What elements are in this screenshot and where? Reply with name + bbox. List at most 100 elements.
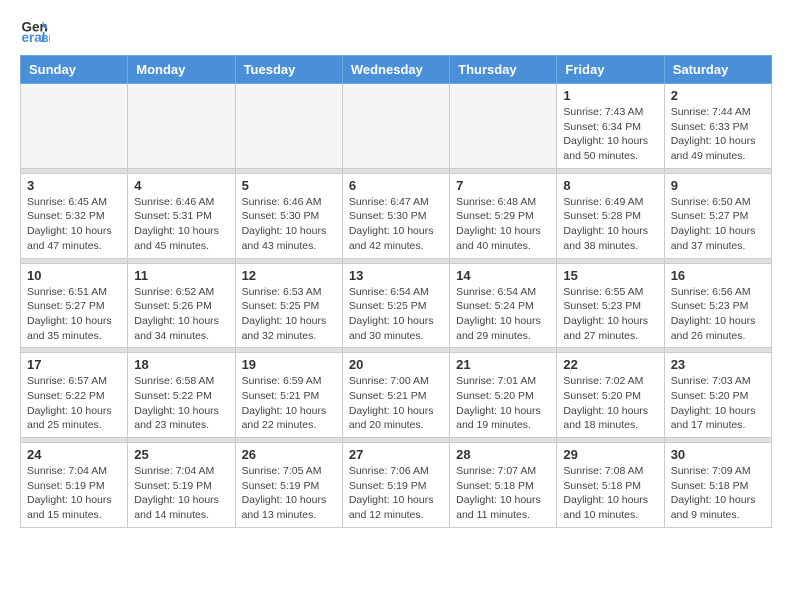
day-number: 20 <box>349 357 443 372</box>
page-container: Gen eral Blue SundayMondayTuesdayWednesd… <box>0 0 792 543</box>
day-info: Sunrise: 6:58 AM Sunset: 5:22 PM Dayligh… <box>134 374 228 433</box>
calendar-week-row: 24 Sunrise: 7:04 AM Sunset: 5:19 PM Dayli… <box>21 443 772 528</box>
calendar-day-cell: 25 Sunrise: 7:04 AM Sunset: 5:19 PM Dayli… <box>128 443 235 528</box>
day-info: Sunrise: 6:51 AM Sunset: 5:27 PM Dayligh… <box>27 285 121 344</box>
day-info: Sunrise: 7:00 AM Sunset: 5:21 PM Dayligh… <box>349 374 443 433</box>
day-of-week-header: Sunday <box>21 56 128 84</box>
calendar-day-cell: 12 Sunrise: 6:53 AM Sunset: 5:25 PM Dayli… <box>235 263 342 348</box>
day-number: 21 <box>456 357 550 372</box>
calendar-day-cell: 27 Sunrise: 7:06 AM Sunset: 5:19 PM Dayli… <box>342 443 449 528</box>
day-info: Sunrise: 7:03 AM Sunset: 5:20 PM Dayligh… <box>671 374 765 433</box>
day-info: Sunrise: 7:02 AM Sunset: 5:20 PM Dayligh… <box>563 374 657 433</box>
calendar-week-row: 3 Sunrise: 6:45 AM Sunset: 5:32 PM Daylig… <box>21 173 772 258</box>
day-number: 15 <box>563 268 657 283</box>
day-info: Sunrise: 6:46 AM Sunset: 5:30 PM Dayligh… <box>242 195 336 254</box>
day-info: Sunrise: 6:55 AM Sunset: 5:23 PM Dayligh… <box>563 285 657 344</box>
day-info: Sunrise: 6:46 AM Sunset: 5:31 PM Dayligh… <box>134 195 228 254</box>
calendar-day-cell: 26 Sunrise: 7:05 AM Sunset: 5:19 PM Dayli… <box>235 443 342 528</box>
day-number: 12 <box>242 268 336 283</box>
day-info: Sunrise: 7:01 AM Sunset: 5:20 PM Dayligh… <box>456 374 550 433</box>
day-number: 13 <box>349 268 443 283</box>
calendar-day-cell: 13 Sunrise: 6:54 AM Sunset: 5:25 PM Dayli… <box>342 263 449 348</box>
calendar-day-cell: 1Sunrise: 7:43 AM Sunset: 6:34 PM Daylig… <box>557 84 664 169</box>
calendar-day-cell: 16 Sunrise: 6:56 AM Sunset: 5:23 PM Dayli… <box>664 263 771 348</box>
day-info: Sunrise: 6:56 AM Sunset: 5:23 PM Dayligh… <box>671 285 765 344</box>
day-info: Sunrise: 6:47 AM Sunset: 5:30 PM Dayligh… <box>349 195 443 254</box>
day-number: 9 <box>671 178 765 193</box>
day-of-week-header: Monday <box>128 56 235 84</box>
day-info: Sunrise: 6:53 AM Sunset: 5:25 PM Dayligh… <box>242 285 336 344</box>
calendar-day-cell: 28Sunrise: 7:07 AM Sunset: 5:18 PM Dayli… <box>450 443 557 528</box>
day-number: 8 <box>563 178 657 193</box>
calendar-day-cell: 19 Sunrise: 6:59 AM Sunset: 5:21 PM Dayli… <box>235 353 342 438</box>
calendar-table: SundayMondayTuesdayWednesdayThursdayFrid… <box>20 55 772 528</box>
day-info: Sunrise: 6:50 AM Sunset: 5:27 PM Dayligh… <box>671 195 765 254</box>
day-of-week-header: Friday <box>557 56 664 84</box>
calendar-day-cell <box>450 84 557 169</box>
calendar-day-cell: 5 Sunrise: 6:46 AM Sunset: 5:30 PM Daylig… <box>235 173 342 258</box>
day-info: Sunrise: 6:57 AM Sunset: 5:22 PM Dayligh… <box>27 374 121 433</box>
day-info: Sunrise: 7:05 AM Sunset: 5:19 PM Dayligh… <box>242 464 336 523</box>
calendar-header-row: SundayMondayTuesdayWednesdayThursdayFrid… <box>21 56 772 84</box>
calendar-day-cell <box>342 84 449 169</box>
day-info: Sunrise: 6:54 AM Sunset: 5:24 PM Dayligh… <box>456 285 550 344</box>
day-info: Sunrise: 6:54 AM Sunset: 5:25 PM Dayligh… <box>349 285 443 344</box>
day-number: 19 <box>242 357 336 372</box>
day-number: 1 <box>563 88 657 103</box>
calendar-day-cell <box>235 84 342 169</box>
day-of-week-header: Wednesday <box>342 56 449 84</box>
day-number: 27 <box>349 447 443 462</box>
day-number: 22 <box>563 357 657 372</box>
day-info: Sunrise: 6:45 AM Sunset: 5:32 PM Dayligh… <box>27 195 121 254</box>
day-number: 10 <box>27 268 121 283</box>
day-number: 24 <box>27 447 121 462</box>
calendar-day-cell: 20 Sunrise: 7:00 AM Sunset: 5:21 PM Dayli… <box>342 353 449 438</box>
day-info: Sunrise: 6:52 AM Sunset: 5:26 PM Dayligh… <box>134 285 228 344</box>
calendar-day-cell: 11 Sunrise: 6:52 AM Sunset: 5:26 PM Dayli… <box>128 263 235 348</box>
day-number: 16 <box>671 268 765 283</box>
day-info: Sunrise: 7:04 AM Sunset: 5:19 PM Dayligh… <box>134 464 228 523</box>
day-number: 11 <box>134 268 228 283</box>
day-number: 7 <box>456 178 550 193</box>
day-number: 23 <box>671 357 765 372</box>
day-number: 28 <box>456 447 550 462</box>
day-info: Sunrise: 7:06 AM Sunset: 5:19 PM Dayligh… <box>349 464 443 523</box>
day-number: 5 <box>242 178 336 193</box>
calendar-day-cell: 9 Sunrise: 6:50 AM Sunset: 5:27 PM Daylig… <box>664 173 771 258</box>
calendar-day-cell: 3 Sunrise: 6:45 AM Sunset: 5:32 PM Daylig… <box>21 173 128 258</box>
calendar-week-row: 17 Sunrise: 6:57 AM Sunset: 5:22 PM Dayli… <box>21 353 772 438</box>
day-number: 6 <box>349 178 443 193</box>
day-of-week-header: Thursday <box>450 56 557 84</box>
day-info: Sunrise: 7:44 AM Sunset: 6:33 PM Dayligh… <box>671 105 765 164</box>
calendar-day-cell: 21 Sunrise: 7:01 AM Sunset: 5:20 PM Dayli… <box>450 353 557 438</box>
calendar-day-cell: 10 Sunrise: 6:51 AM Sunset: 5:27 PM Dayli… <box>21 263 128 348</box>
calendar-day-cell <box>21 84 128 169</box>
logo: Gen eral Blue <box>20 15 52 45</box>
day-info: Sunrise: 6:59 AM Sunset: 5:21 PM Dayligh… <box>242 374 336 433</box>
calendar-day-cell: 23 Sunrise: 7:03 AM Sunset: 5:20 PM Dayli… <box>664 353 771 438</box>
day-number: 30 <box>671 447 765 462</box>
calendar-day-cell: 6 Sunrise: 6:47 AM Sunset: 5:30 PM Daylig… <box>342 173 449 258</box>
calendar-day-cell: 29Sunrise: 7:08 AM Sunset: 5:18 PM Dayli… <box>557 443 664 528</box>
calendar-day-cell: 2 Sunrise: 7:44 AM Sunset: 6:33 PM Daylig… <box>664 84 771 169</box>
day-number: 29 <box>563 447 657 462</box>
day-info: Sunrise: 7:09 AM Sunset: 5:18 PM Dayligh… <box>671 464 765 523</box>
logo-icon: Gen eral Blue <box>20 15 50 45</box>
svg-text:Blue: Blue <box>41 33 50 45</box>
day-number: 17 <box>27 357 121 372</box>
day-number: 3 <box>27 178 121 193</box>
calendar-day-cell: 17 Sunrise: 6:57 AM Sunset: 5:22 PM Dayli… <box>21 353 128 438</box>
day-info: Sunrise: 7:04 AM Sunset: 5:19 PM Dayligh… <box>27 464 121 523</box>
day-number: 4 <box>134 178 228 193</box>
calendar-day-cell: 22 Sunrise: 7:02 AM Sunset: 5:20 PM Dayli… <box>557 353 664 438</box>
calendar-day-cell: 24 Sunrise: 7:04 AM Sunset: 5:19 PM Dayli… <box>21 443 128 528</box>
calendar-week-row: 1Sunrise: 7:43 AM Sunset: 6:34 PM Daylig… <box>21 84 772 169</box>
calendar-day-cell: 14Sunrise: 6:54 AM Sunset: 5:24 PM Dayli… <box>450 263 557 348</box>
calendar-day-cell: 18Sunrise: 6:58 AM Sunset: 5:22 PM Dayli… <box>128 353 235 438</box>
calendar-day-cell: 15 Sunrise: 6:55 AM Sunset: 5:23 PM Dayli… <box>557 263 664 348</box>
day-info: Sunrise: 6:49 AM Sunset: 5:28 PM Dayligh… <box>563 195 657 254</box>
day-number: 2 <box>671 88 765 103</box>
calendar-day-cell: 7Sunrise: 6:48 AM Sunset: 5:29 PM Daylig… <box>450 173 557 258</box>
day-number: 26 <box>242 447 336 462</box>
day-number: 25 <box>134 447 228 462</box>
